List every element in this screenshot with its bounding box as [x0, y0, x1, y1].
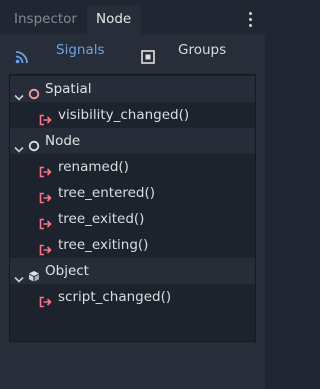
- dock-tab-bar: Inspector Node: [0, 0, 265, 34]
- signal-icon: [39, 291, 53, 317]
- tab-signals-label: Signals: [56, 42, 105, 58]
- section-label: Node: [45, 133, 81, 149]
- section-object[interactable]: Object: [10, 258, 255, 284]
- signal-label: visibility_changed(): [58, 107, 190, 123]
- section-spatial[interactable]: Spatial: [10, 76, 255, 102]
- signal-label: script_changed(): [58, 289, 172, 305]
- signals-tree[interactable]: Spatial visibility_changed() Node rename…: [9, 74, 256, 342]
- tab-inspector[interactable]: Inspector: [4, 5, 86, 34]
- node-subtabs: Signals Groups: [0, 34, 265, 68]
- signal-item[interactable]: tree_entered(): [10, 180, 255, 206]
- signal-item[interactable]: visibility_changed(): [10, 102, 255, 128]
- tab-node[interactable]: Node: [87, 5, 141, 34]
- signal-label: tree_exited(): [58, 211, 145, 227]
- section-label: Object: [45, 263, 89, 279]
- dock-menu-icon[interactable]: [249, 12, 253, 28]
- section-node[interactable]: Node: [10, 128, 255, 154]
- tab-groups-label: Groups: [178, 42, 227, 58]
- signal-label: renamed(): [58, 159, 129, 175]
- signal-item[interactable]: script_changed(): [10, 284, 255, 310]
- node-dock-panel: Signals Groups Spatial visibility_change…: [0, 34, 265, 389]
- signal-label: tree_entered(): [58, 185, 156, 201]
- signals-icon: [15, 44, 29, 76]
- signal-item[interactable]: renamed(): [10, 154, 255, 180]
- signal-label: tree_exiting(): [58, 237, 149, 253]
- signal-item[interactable]: tree_exiting(): [10, 232, 255, 258]
- signal-item[interactable]: tree_exited(): [10, 206, 255, 232]
- section-label: Spatial: [45, 81, 92, 97]
- groups-icon: [141, 44, 155, 76]
